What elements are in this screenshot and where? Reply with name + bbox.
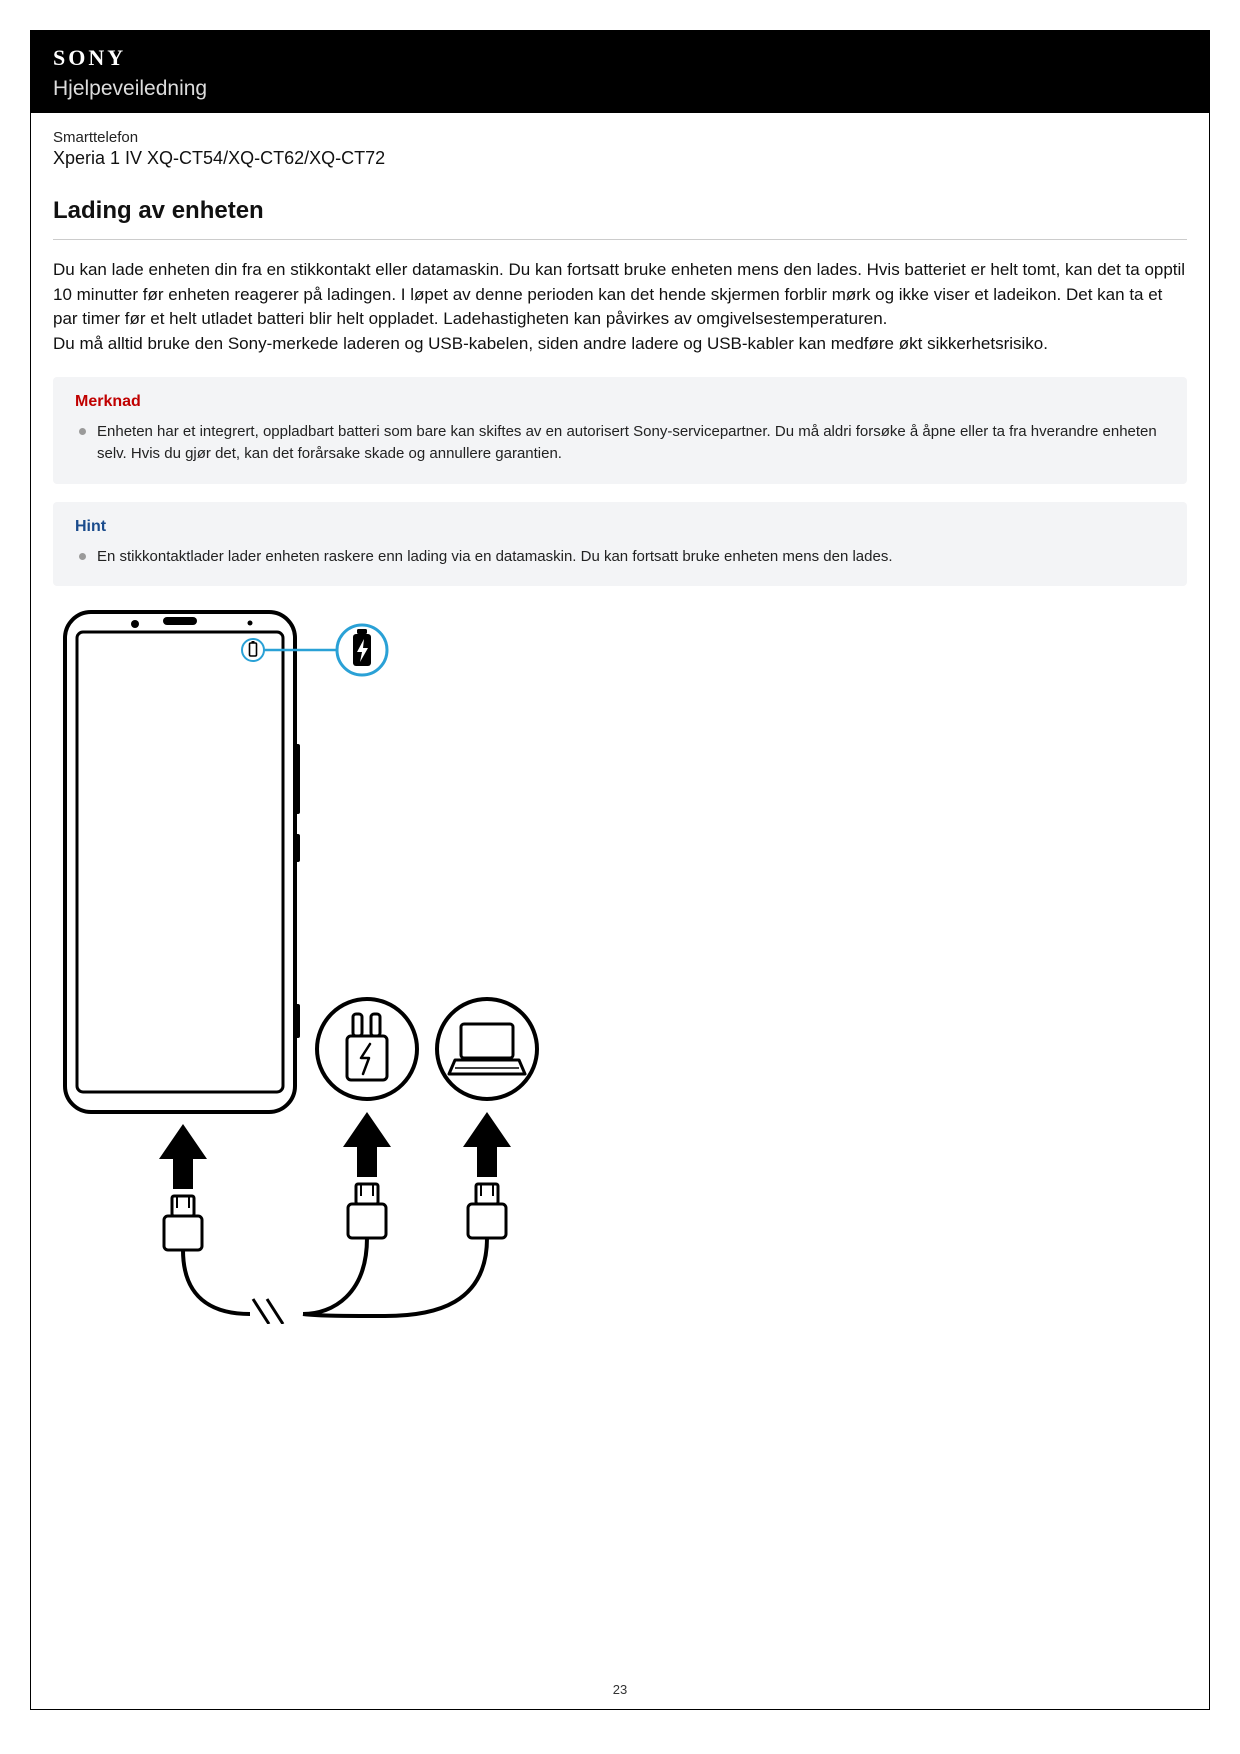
brand-logo: SONY xyxy=(53,45,1187,71)
note-title: Merknad xyxy=(75,393,1165,411)
usb-connector-icon xyxy=(468,1184,506,1238)
title-divider xyxy=(53,239,1187,240)
charging-illustration xyxy=(55,604,1187,1329)
page-number: 23 xyxy=(31,1682,1209,1697)
battery-charging-icon xyxy=(337,625,387,675)
device-model: Xperia 1 IV XQ-CT54/XQ-CT62/XQ-CT72 xyxy=(53,148,1187,169)
arrow-up-icon xyxy=(463,1112,511,1177)
arrow-up-icon xyxy=(159,1124,207,1189)
hint-item: En stikkontaktlader lader enheten rasker… xyxy=(79,546,1165,569)
hint-title: Hint xyxy=(75,518,1165,536)
guide-label: Hjelpeveiledning xyxy=(53,77,1187,101)
hint-callout: Hint En stikkontaktlader lader enheten r… xyxy=(53,502,1187,587)
laptop-icon xyxy=(437,999,537,1099)
arrow-up-icon xyxy=(343,1112,391,1177)
header: SONY Hjelpeveiledning xyxy=(31,31,1209,113)
wall-charger-icon xyxy=(317,999,417,1099)
usb-connector-icon xyxy=(164,1196,202,1250)
body-text: Du kan lade enheten din fra en stikkonta… xyxy=(53,258,1187,357)
note-callout: Merknad Enheten har et integrert, opplad… xyxy=(53,377,1187,484)
usb-connector-icon xyxy=(348,1184,386,1238)
device-type: Smarttelefon xyxy=(53,129,1187,146)
page-title: Lading av enheten xyxy=(53,197,1187,225)
note-item: Enheten har et integrert, oppladbart bat… xyxy=(79,421,1165,466)
